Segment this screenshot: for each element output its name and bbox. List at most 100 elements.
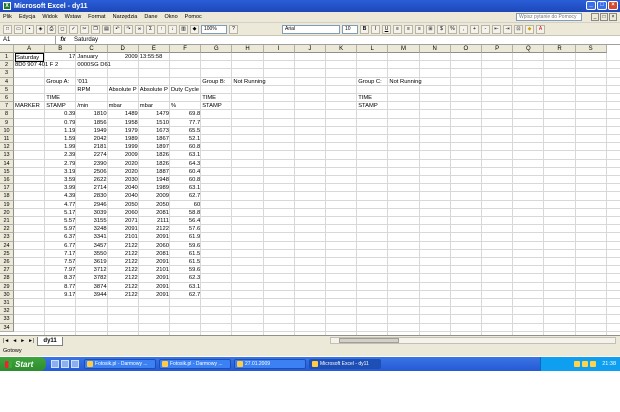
minimize-button[interactable]: _ — [586, 1, 596, 10]
decrease-indent-icon[interactable]: ⇤ — [492, 24, 501, 34]
column-header-K[interactable]: K — [326, 45, 358, 53]
cell-B4[interactable]: Group A: — [46, 78, 75, 87]
close-button[interactable]: × — [608, 1, 618, 10]
fx-icon[interactable]: fx — [56, 37, 70, 43]
menu-window[interactable]: Okno — [165, 14, 178, 20]
fill-color-icon[interactable]: ◆ — [525, 24, 534, 34]
cell-E1[interactable]: 13:55:58 — [140, 53, 169, 62]
increase-decimal-icon[interactable]: + — [470, 24, 479, 34]
column-header-B[interactable]: B — [45, 45, 77, 53]
copy-icon[interactable]: ❐ — [91, 24, 100, 34]
column-header-L[interactable]: L — [357, 45, 389, 53]
row-header-3[interactable]: 3 — [0, 69, 14, 78]
merge-icon[interactable]: ⊞ — [426, 24, 435, 34]
cell-E30[interactable]: 2091 — [140, 291, 169, 300]
row-header-30[interactable]: 30 — [0, 290, 14, 299]
row-header-11[interactable]: 11 — [0, 135, 14, 144]
column-header-P[interactable]: P — [482, 45, 514, 53]
percent-icon[interactable]: % — [448, 24, 457, 34]
column-header-M[interactable]: M — [388, 45, 420, 53]
column-header-E[interactable]: E — [138, 45, 170, 53]
row-header-34[interactable]: 34 — [0, 323, 14, 332]
row-header-9[interactable]: 9 — [0, 118, 14, 127]
column-header-S[interactable]: S — [575, 45, 607, 53]
permission-icon[interactable]: ◈ — [36, 24, 45, 34]
zoom-select[interactable]: 100% — [201, 24, 227, 34]
row-header-28[interactable]: 28 — [0, 274, 14, 283]
row-header-27[interactable]: 27 — [0, 266, 14, 275]
drawing-icon[interactable]: ◆ — [190, 24, 199, 34]
cell-F30[interactable]: 62.7 — [171, 291, 200, 300]
tray-volume-icon[interactable] — [582, 361, 589, 367]
help-icon[interactable]: ? — [229, 24, 238, 34]
paste-icon[interactable]: ▤ — [102, 24, 111, 34]
task-fotosik-2[interactable]: Fotosik.pl - Darmowy ... — [159, 359, 231, 369]
column-header-H[interactable]: H — [232, 45, 264, 53]
next-sheet-icon[interactable]: ► — [20, 338, 25, 344]
maximize-button[interactable]: □ — [597, 1, 607, 10]
decrease-decimal-icon[interactable]: - — [481, 24, 490, 34]
menu-data[interactable]: Dane — [144, 14, 157, 20]
task-excel[interactable]: Microsoft Excel - dy11 — [309, 359, 381, 369]
align-left-icon[interactable]: ≡ — [393, 24, 402, 34]
cell-E5[interactable]: Absolute P — [140, 86, 169, 95]
align-center-icon[interactable]: ≡ — [404, 24, 413, 34]
menu-view[interactable]: Widok — [42, 14, 57, 20]
align-right-icon[interactable]: ≡ — [415, 24, 424, 34]
menu-format[interactable]: Format — [88, 14, 105, 20]
cell-D30[interactable]: 2122 — [109, 291, 138, 300]
horizontal-scrollbar[interactable] — [330, 337, 616, 344]
font-size-select[interactable]: 10 — [342, 24, 358, 34]
cell-L4[interactable]: Group C: — [358, 78, 387, 87]
row-header-5[interactable]: 5 — [0, 85, 14, 94]
menu-insert[interactable]: Wstaw — [65, 14, 82, 20]
bold-button[interactable]: B — [360, 24, 369, 34]
row-header-2[interactable]: 2 — [0, 61, 14, 70]
cell-A7[interactable]: MARKER — [15, 102, 44, 111]
row-header-4[interactable]: 4 — [0, 77, 14, 86]
select-all-corner[interactable] — [0, 45, 14, 53]
cell-G7[interactable]: STAMP — [202, 102, 231, 111]
quicklaunch-ie-icon[interactable] — [51, 360, 59, 368]
row-header-16[interactable]: 16 — [0, 176, 14, 185]
row-header-23[interactable]: 23 — [0, 233, 14, 242]
new-icon[interactable]: □ — [3, 24, 12, 34]
font-select[interactable]: Arial — [282, 24, 340, 34]
increase-indent-icon[interactable]: ⇥ — [503, 24, 512, 34]
sort-desc-icon[interactable]: ↓ — [168, 24, 177, 34]
row-header-24[interactable]: 24 — [0, 241, 14, 250]
currency-icon[interactable]: $ — [437, 24, 446, 34]
task-folder[interactable]: 27.01.2009 — [234, 359, 306, 369]
row-header-21[interactable]: 21 — [0, 217, 14, 226]
column-header-N[interactable]: N — [419, 45, 451, 53]
row-header-19[interactable]: 19 — [0, 200, 14, 209]
start-button[interactable]: Start — [0, 357, 46, 371]
column-header-D[interactable]: D — [107, 45, 139, 53]
row-header-10[interactable]: 10 — [0, 126, 14, 135]
undo-icon[interactable]: ↶ — [113, 24, 122, 34]
autosum-icon[interactable]: Σ — [146, 24, 155, 34]
quicklaunch-media-icon[interactable] — [71, 360, 79, 368]
cell-D5[interactable]: Absolute P — [109, 86, 138, 95]
task-fotosik-1[interactable]: Fotosik.pl - Darmowy ... — [84, 359, 156, 369]
scroll-thumb[interactable] — [339, 338, 399, 343]
comma-icon[interactable]: , — [459, 24, 468, 34]
cell-B30[interactable]: 9.17 — [46, 291, 75, 300]
row-header-14[interactable]: 14 — [0, 159, 14, 168]
cell-G4[interactable]: Group B: — [202, 78, 231, 87]
prev-sheet-icon[interactable]: ◄ — [12, 338, 17, 344]
cell-H4[interactable]: Not Running — [233, 78, 293, 87]
column-header-I[interactable]: I — [263, 45, 295, 53]
underline-button[interactable]: U — [382, 24, 391, 34]
tray-network-icon[interactable] — [574, 361, 581, 367]
row-header-25[interactable]: 25 — [0, 249, 14, 258]
column-header-J[interactable]: J — [294, 45, 326, 53]
chart-wizard-icon[interactable]: ▥ — [179, 24, 188, 34]
doc-restore-button[interactable]: □ — [600, 13, 608, 21]
row-header-8[interactable]: 8 — [0, 110, 14, 119]
cell-C5[interactable]: RPM — [77, 86, 106, 95]
cell-C30[interactable]: 3944 — [77, 291, 107, 300]
menu-help[interactable]: Pomoc — [185, 14, 202, 20]
column-header-O[interactable]: O — [450, 45, 482, 53]
column-header-A[interactable]: A — [14, 45, 46, 53]
